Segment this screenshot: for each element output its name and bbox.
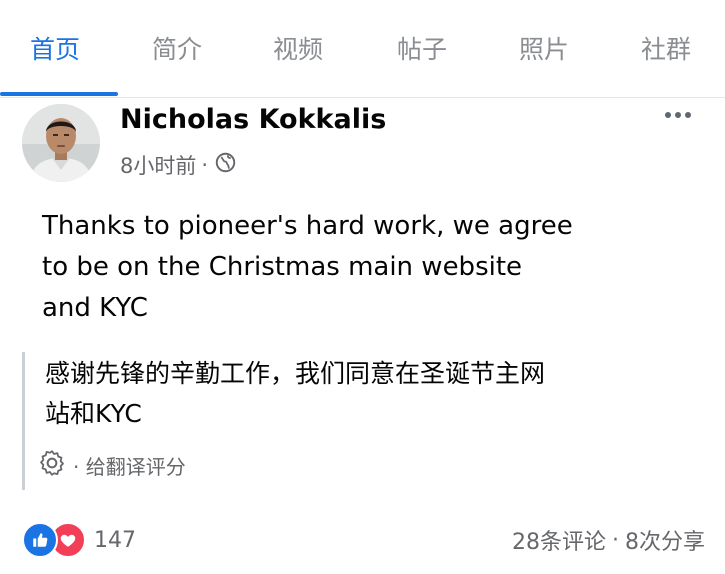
tab-photos[interactable]: 照片: [519, 30, 569, 66]
post-timestamp[interactable]: 8小时前: [120, 150, 196, 180]
post-meta: 8小时前 ·: [120, 150, 236, 180]
author-name[interactable]: Nicholas Kokkalis: [120, 104, 386, 135]
rate-translation-label: · 给翻译评分: [73, 455, 186, 479]
like-icon: [22, 522, 58, 558]
rate-translation-link[interactable]: · 给翻译评分: [37, 448, 186, 483]
reaction-count: 147: [94, 527, 136, 553]
comments-count-link[interactable]: 28条评论: [512, 524, 606, 556]
stats-separator: ·: [612, 527, 619, 553]
reactions-summary[interactable]: 147: [22, 522, 136, 558]
tab-community[interactable]: 社群: [641, 30, 691, 66]
tab-home[interactable]: 首页: [30, 30, 80, 66]
author-avatar[interactable]: [22, 104, 100, 182]
translated-line: 站和KYC: [45, 399, 142, 428]
translated-line: 感谢先锋的辛勤工作，我们同意在圣诞节主网: [45, 359, 546, 388]
post-text-line: Thanks to pioneer's hard work, we agree: [42, 211, 573, 241]
profile-tab-bar: 首页 简介 视频 帖子 照片 社群: [0, 0, 725, 100]
tab-about[interactable]: 简介: [152, 30, 202, 66]
active-tab-indicator: [0, 92, 118, 96]
globe-icon: [213, 152, 236, 178]
engagement-stats: 28条评论 · 8次分享: [512, 524, 705, 556]
dot-icon: [665, 112, 671, 118]
tab-divider: [0, 97, 725, 98]
gear-icon: [37, 448, 73, 483]
translation-block: 感谢先锋的辛勤工作，我们同意在圣诞节主网 站和KYC · 给翻译评分: [22, 352, 715, 490]
tab-posts[interactable]: 帖子: [397, 30, 447, 66]
more-options-button[interactable]: [661, 108, 695, 122]
post-text: Thanks to pioneer's hard work, we agree …: [42, 206, 702, 329]
post-text-line: to be on the Christmas main website: [42, 252, 523, 282]
tab-videos[interactable]: 视频: [273, 30, 323, 66]
translated-text: 感谢先锋的辛勤工作，我们同意在圣诞节主网 站和KYC: [45, 354, 705, 434]
meta-separator: ·: [201, 153, 209, 177]
shares-count-link[interactable]: 8次分享: [625, 524, 705, 556]
dot-icon: [685, 112, 691, 118]
post-text-line: and KYC: [42, 293, 148, 323]
dot-icon: [675, 112, 681, 118]
